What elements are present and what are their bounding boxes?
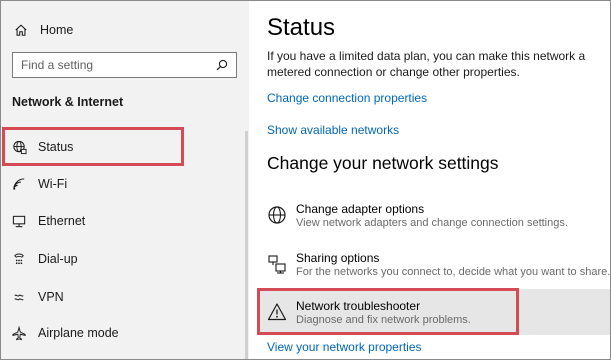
sidebar-item-label: Ethernet (38, 214, 86, 228)
settings-window: Home Find a setting Network & Internet S… (0, 0, 611, 360)
dialup-icon (14, 253, 24, 264)
page-description: If you have a limited data plan, you can… (267, 49, 586, 79)
home-label: Home (40, 23, 74, 37)
ethernet-icon (12, 215, 26, 227)
sidebar-item-ethernet[interactable]: Ethernet (1, 208, 245, 234)
search-placeholder: Find a setting (21, 58, 94, 72)
search-icon[interactable] (216, 59, 228, 71)
change-adapter-options[interactable]: Change adapter options View network adap… (267, 202, 607, 242)
sidebar-item-label: Airplane mode (38, 326, 119, 340)
vpn-icon (14, 294, 24, 300)
sidebar-scrollbar[interactable] (245, 131, 248, 359)
view-network-properties-link[interactable]: View your network properties (267, 340, 422, 354)
show-available-networks-link[interactable]: Show available networks (267, 123, 399, 137)
airplane-icon (12, 325, 26, 340)
sharing-options[interactable]: Sharing options For the networks you con… (267, 251, 611, 291)
sidebar-item-label: Wi-Fi (38, 177, 68, 191)
sidebar-item-wifi[interactable]: Wi-Fi (1, 171, 245, 197)
sharing-icon (268, 255, 286, 274)
option-subtitle: View network adapters and change connect… (296, 217, 568, 229)
sidebar: Home Find a setting Network & Internet S… (1, 1, 249, 359)
sidebar-item-label: VPN (38, 290, 64, 304)
option-title: Sharing options (296, 251, 380, 265)
option-title: Change adapter options (296, 202, 425, 216)
change-connection-properties-link[interactable]: Change connection properties (267, 91, 427, 105)
sidebar-item-label: Dial-up (38, 252, 78, 266)
section-subheading: Change your network settings (267, 153, 499, 173)
wifi-icon (13, 177, 25, 190)
sidebar-item-dialup[interactable]: Dial-up (1, 246, 245, 272)
sidebar-item-vpn[interactable]: VPN (1, 284, 245, 310)
page-title: Status (267, 14, 336, 41)
option-subtitle: For the networks you connect to, decide … (296, 266, 611, 278)
section-title: Network & Internet (12, 95, 124, 109)
sidebar-item-airplane-mode[interactable]: Airplane mode (1, 320, 245, 346)
troubleshooter-highlight-box (257, 288, 519, 335)
status-highlight-box (2, 127, 184, 166)
search-input[interactable]: Find a setting (12, 52, 237, 78)
home-nav-item[interactable]: Home (14, 20, 73, 40)
main-content: Status If you have a limited data plan, … (249, 1, 611, 359)
globe-icon (268, 206, 286, 224)
home-icon (15, 24, 27, 36)
